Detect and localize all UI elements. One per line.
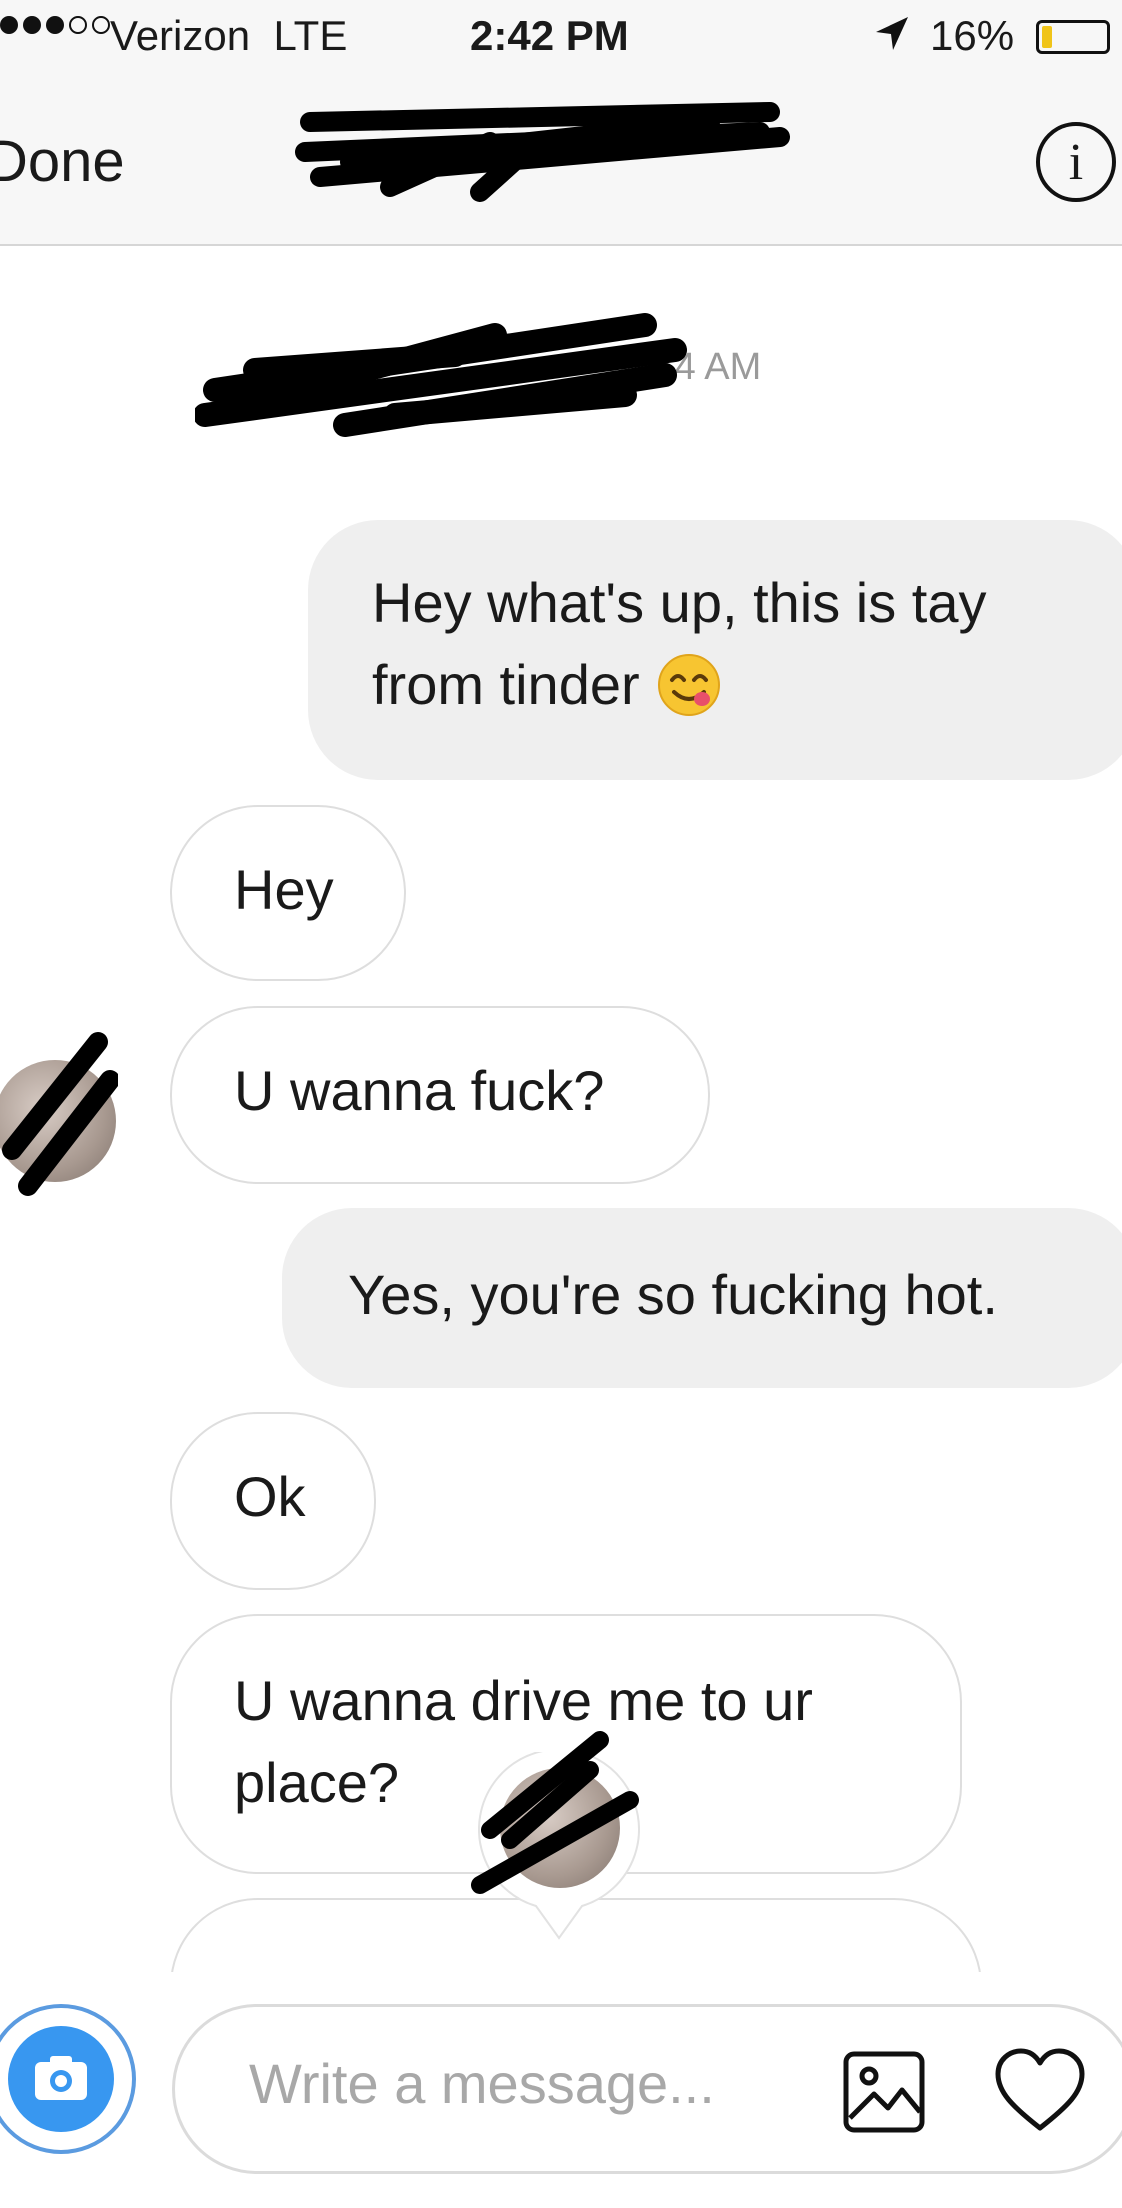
message-text-line: from tinder — [372, 653, 640, 716]
network-type: LTE — [273, 12, 348, 59]
timestamp-redaction-scribble — [195, 313, 687, 437]
message-input-placeholder: Write a message... — [249, 2052, 715, 2115]
done-button[interactable]: Done — [0, 128, 125, 195]
message-outgoing-1[interactable]: Hey what's up, this is tay from tinder — [308, 520, 1122, 780]
signal-dots-icon — [0, 16, 110, 34]
heart-icon[interactable] — [992, 2046, 1088, 2136]
message-incoming-3[interactable]: Ok — [170, 1412, 376, 1590]
status-bar: Verizon LTE 2:42 PM 16% — [0, 0, 1122, 72]
message-text-line: Ok — [234, 1465, 306, 1528]
battery-icon — [1036, 20, 1110, 54]
message-incoming-2[interactable]: U wanna fuck? — [170, 1006, 710, 1184]
message-incoming-1[interactable]: Hey — [170, 805, 406, 981]
carrier-name: Verizon — [110, 12, 251, 59]
message-text-line: Hey what's up, this is tay — [372, 571, 987, 634]
seen-avatar-redaction-scribble — [471, 1731, 639, 1894]
location-arrow-icon — [876, 17, 908, 50]
message-text-line: Hey — [234, 858, 334, 921]
nav-bar: Done i — [0, 72, 1122, 246]
carrier-label: Verizon LTE — [110, 12, 347, 60]
camera-icon — [8, 2026, 114, 2132]
gallery-icon[interactable] — [842, 2050, 926, 2134]
message-text-line: Yes, you're so fucking hot. — [348, 1263, 998, 1326]
status-time: 2:42 PM — [470, 12, 629, 59]
message-outgoing-2[interactable]: Yes, you're so fucking hot. — [282, 1208, 1122, 1388]
battery-percent: 16% — [930, 12, 1015, 59]
yum-face-emoji-icon — [657, 654, 720, 716]
message-text-line: U wanna fuck? — [234, 1059, 605, 1122]
info-icon[interactable]: i — [1036, 122, 1116, 202]
avatar-redaction-scribble — [2, 1032, 118, 1196]
title-redaction-scribble — [295, 102, 790, 202]
message-input[interactable]: Write a message... — [172, 2004, 1122, 2174]
